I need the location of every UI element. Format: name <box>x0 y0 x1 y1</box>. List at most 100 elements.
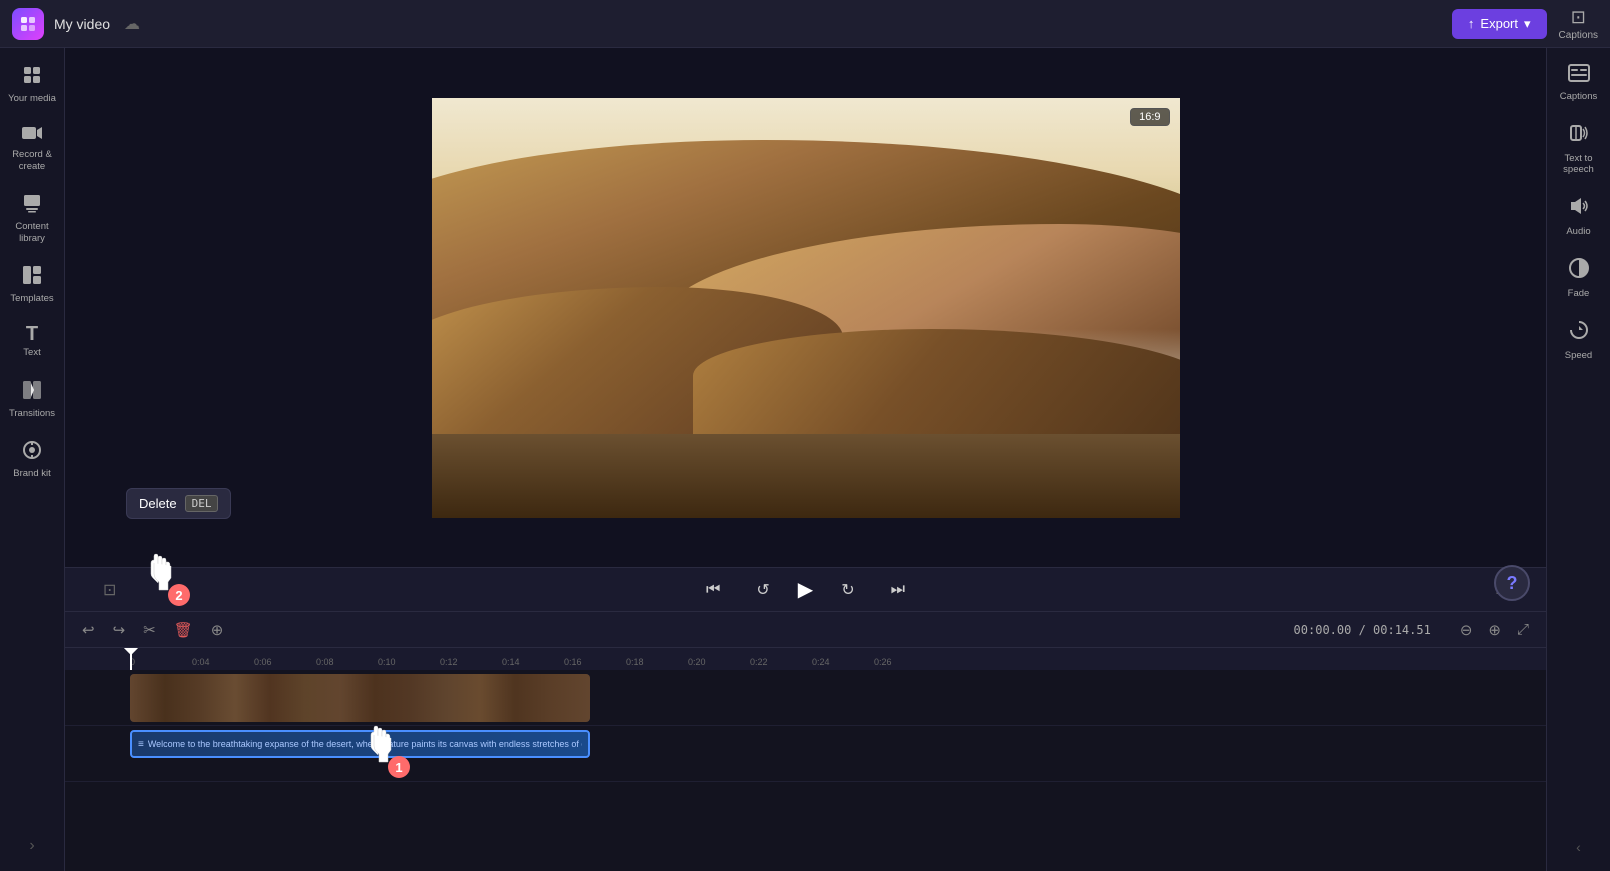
your-media-icon <box>21 64 43 90</box>
delete-tooltip: Delete DEL <box>126 488 231 519</box>
ruler-mark-4: 0:10 <box>378 657 440 667</box>
playhead-diamond <box>124 648 138 655</box>
center-content: 16:9 ⊡ ⏮ ↺ ▶ ↻ ⏭ ⛶ ↩ ↪ ✂ 🗑 ⊕ 00:00.00 / … <box>65 48 1546 871</box>
skip-back-button[interactable]: ⏮ <box>698 577 728 603</box>
screen-button[interactable]: ⊡ <box>95 576 124 604</box>
cloud-icon: ☁ <box>124 14 140 34</box>
your-media-label: Your media <box>8 93 56 104</box>
text-label: Text <box>23 347 40 358</box>
text-to-speech-label: Text to speech <box>1554 153 1604 175</box>
aspect-ratio-badge: 16:9 <box>1130 108 1169 126</box>
right-sidebar-collapse[interactable]: ‹ <box>1568 831 1589 863</box>
caption-clip-icon: ≡ <box>138 739 144 750</box>
captions-sidebar-label: Captions <box>1560 91 1598 102</box>
audio-icon <box>1568 195 1590 223</box>
caption-clip[interactable]: ≡ Welcome to the breathtaking expanse of… <box>130 730 590 758</box>
export-label: Export <box>1480 16 1518 31</box>
playhead[interactable] <box>130 648 132 670</box>
sidebar-item-templates[interactable]: Templates <box>3 256 61 312</box>
ruler-mark-3: 0:08 <box>316 657 378 667</box>
app-logo <box>12 8 44 40</box>
sidebar-item-transitions[interactable]: Transitions <box>3 371 61 427</box>
speed-label: Speed <box>1565 350 1592 361</box>
timeline-timestamp: 00:00.00 / 00:14.51 <box>1294 623 1431 637</box>
ruler-mark-7: 0:16 <box>564 657 626 667</box>
ruler-mark-12: 0:26 <box>874 657 936 667</box>
ruler-mark-10: 0:22 <box>750 657 812 667</box>
skip-forward-button[interactable]: ⏭ <box>883 577 913 603</box>
play-button[interactable]: ▶ <box>798 577 813 602</box>
sidebar-item-content-library[interactable]: Content library <box>3 184 61 252</box>
brand-kit-icon <box>21 439 43 465</box>
ruler-mark-1: 0:04 <box>192 657 254 667</box>
video-canvas: 16:9 <box>432 98 1180 518</box>
topbar-left: My video ☁ <box>12 8 140 40</box>
preview-area: 16:9 <box>65 48 1546 567</box>
sidebar-collapse-arrow[interactable]: › <box>21 829 42 863</box>
brand-kit-label: Brand kit <box>13 468 51 479</box>
topbar: My video ☁ ↑ Export ▾ ⊡ Captions <box>0 0 1610 48</box>
right-sidebar-item-captions[interactable]: Captions <box>1550 56 1608 110</box>
sidebar-item-record-create[interactable]: Record & create <box>3 116 61 180</box>
zoom-in-button[interactable]: ⊕ <box>1483 618 1506 642</box>
ruler-mark-2: 0:06 <box>254 657 316 667</box>
right-sidebar-item-speed[interactable]: Speed <box>1550 311 1608 369</box>
right-sidebar: Captions Text to speech Aud <box>1546 48 1610 871</box>
timeline-toolbar: ↩ ↪ ✂ 🗑 ⊕ 00:00.00 / 00:14.51 ⊖ ⊕ ⤢ <box>65 612 1546 648</box>
timeline-tracks: ≡ Welcome to the breathtaking expanse of… <box>65 670 1546 871</box>
content-library-label: Content library <box>7 221 57 244</box>
templates-icon <box>21 264 43 290</box>
forward-button[interactable]: ↻ <box>833 576 862 604</box>
export-chevron-icon: ▾ <box>1524 16 1531 32</box>
sidebar-item-brand-kit[interactable]: Brand kit <box>3 431 61 487</box>
add-media-button[interactable]: ⊕ <box>206 618 229 642</box>
playback-controls: ⊡ ⏮ ↺ ▶ ↻ ⏭ ⛶ <box>65 567 1546 611</box>
ruler-mark-8: 0:18 <box>626 657 688 667</box>
project-title: My video <box>54 16 110 32</box>
captions-sidebar-icon <box>1568 64 1590 88</box>
help-button[interactable]: ? <box>1494 565 1530 601</box>
delete-button[interactable]: 🗑 <box>169 618 198 642</box>
sidebar-item-text[interactable]: T Text <box>3 316 61 366</box>
zoom-out-button[interactable]: ⊖ <box>1455 618 1478 642</box>
timeline-ruler: 0 0:04 0:06 0:08 0:10 0:12 0:14 0:16 0:1… <box>65 648 1546 670</box>
video-track-row <box>65 670 1546 726</box>
audio-label: Audio <box>1566 226 1590 237</box>
speed-icon <box>1568 319 1590 347</box>
caption-clip-text: Welcome to the breathtaking expanse of t… <box>148 739 582 749</box>
text-to-speech-icon <box>1568 122 1590 150</box>
sidebar-item-your-media[interactable]: Your media <box>3 56 61 112</box>
export-button[interactable]: ↑ Export ▾ <box>1452 9 1547 39</box>
templates-label: Templates <box>10 293 53 304</box>
main-layout: Your media Record & create Content libra… <box>0 48 1610 871</box>
ruler-marks: 0 0:04 0:06 0:08 0:10 0:12 0:14 0:16 0:1… <box>65 657 1546 667</box>
transitions-label: Transitions <box>9 408 55 419</box>
topbar-right: ↑ Export ▾ ⊡ Captions <box>1452 7 1598 41</box>
transitions-icon <box>21 379 43 405</box>
ruler-mark-11: 0:24 <box>812 657 874 667</box>
fit-button[interactable]: ⤢ <box>1512 618 1534 641</box>
undo-button[interactable]: ↩ <box>77 618 100 642</box>
captions-button[interactable]: ⊡ Captions <box>1559 7 1598 41</box>
caption-track-content: ≡ Welcome to the breathtaking expanse of… <box>130 726 1546 781</box>
ruler-mark-5: 0:12 <box>440 657 502 667</box>
right-sidebar-item-text-to-speech[interactable]: Text to speech <box>1550 114 1608 183</box>
record-create-icon <box>21 124 43 146</box>
zoom-controls: ⊖ ⊕ ⤢ <box>1455 618 1534 642</box>
content-library-icon <box>21 192 43 218</box>
fade-icon <box>1568 257 1590 285</box>
dune-base <box>432 434 1180 518</box>
clip-thumbnail <box>130 674 590 722</box>
rewind-button[interactable]: ↺ <box>748 576 777 604</box>
redo-button[interactable]: ↪ <box>108 618 131 642</box>
delete-tooltip-label: Delete <box>139 496 177 511</box>
timeline-area: ↩ ↪ ✂ 🗑 ⊕ 00:00.00 / 00:14.51 ⊖ ⊕ ⤢ 0 0:… <box>65 611 1546 871</box>
right-sidebar-item-fade[interactable]: Fade <box>1550 249 1608 307</box>
cut-button[interactable]: ✂ <box>138 618 161 642</box>
captions-label: Captions <box>1559 30 1598 41</box>
right-sidebar-item-audio[interactable]: Audio <box>1550 187 1608 245</box>
video-track-content <box>130 670 1546 725</box>
ruler-mark-9: 0:20 <box>688 657 750 667</box>
video-clip[interactable] <box>130 674 590 722</box>
export-arrow-icon: ↑ <box>1468 16 1475 31</box>
